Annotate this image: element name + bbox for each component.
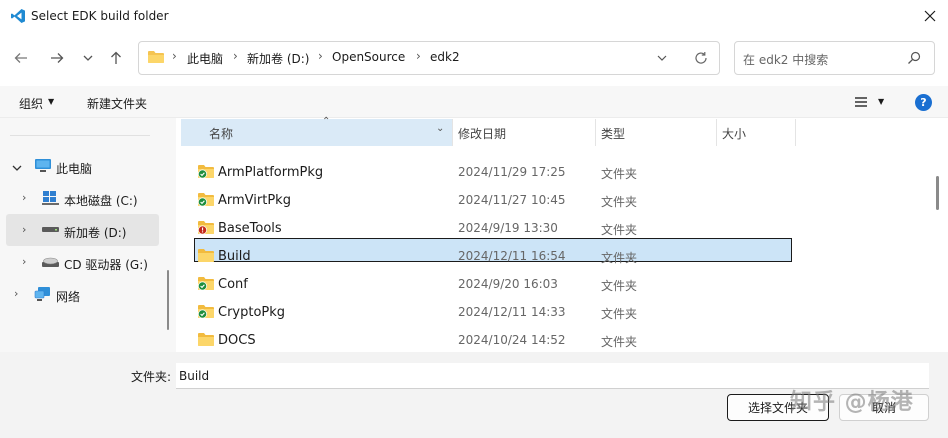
collapsed-chevron-icon[interactable]: › bbox=[22, 255, 26, 268]
recent-chevron-down-icon[interactable] bbox=[78, 48, 98, 68]
file-row-date: 2024/12/11 14:33 bbox=[458, 305, 566, 319]
file-row-type: 文件夹 bbox=[601, 167, 638, 181]
file-row-type: 文件夹 bbox=[601, 279, 638, 293]
file-row-date: 2024/9/20 16:03 bbox=[458, 277, 558, 291]
file-row-date: 2024/11/29 17:25 bbox=[458, 165, 566, 179]
collapsed-chevron-icon[interactable]: › bbox=[22, 191, 26, 204]
window-title: Select EDK build folder bbox=[31, 9, 169, 23]
breadcrumb-separator: › bbox=[233, 49, 238, 63]
column-separator[interactable] bbox=[595, 119, 596, 146]
view-caret-down-icon[interactable]: ▼ bbox=[878, 97, 884, 106]
new-folder-button[interactable]: 新建文件夹 bbox=[87, 95, 147, 112]
refresh-icon[interactable] bbox=[693, 50, 709, 66]
nav-item-network[interactable]: 网络 bbox=[56, 288, 80, 305]
sort-ascending-icon: ⌃ bbox=[322, 116, 331, 127]
file-row-date: 2024/12/11 16:54 bbox=[458, 249, 566, 263]
breadcrumb-separator: › bbox=[318, 49, 323, 63]
breadcrumb-separator: › bbox=[416, 49, 421, 63]
cd-drive-icon bbox=[42, 257, 59, 267]
nav-item-new-volume-d[interactable]: 新加卷 (D:) bbox=[64, 224, 126, 241]
column-separator[interactable] bbox=[452, 119, 453, 146]
file-row-date: 2024/9/19 13:30 bbox=[458, 221, 558, 235]
view-options-icon[interactable] bbox=[854, 96, 868, 108]
file-row-date: 2024/10/24 14:52 bbox=[458, 333, 566, 347]
drive-icon bbox=[42, 227, 59, 232]
folder-icon bbox=[198, 333, 214, 346]
folder-icon bbox=[198, 221, 214, 235]
network-icon bbox=[34, 287, 50, 301]
up-arrow-icon[interactable] bbox=[106, 48, 126, 68]
file-row-name[interactable]: ArmVirtPkg bbox=[218, 193, 291, 208]
collapsed-chevron-icon[interactable]: › bbox=[14, 287, 18, 300]
breadcrumb-edk2[interactable]: edk2 bbox=[430, 50, 460, 64]
folder-name-label: 文件夹: bbox=[131, 370, 172, 384]
folder-icon bbox=[198, 165, 214, 179]
column-header-name[interactable]: 名称 bbox=[209, 125, 233, 142]
organize-button[interactable]: 组织 bbox=[19, 95, 43, 112]
column-header-size[interactable]: 大小 bbox=[722, 125, 746, 142]
file-row-name[interactable]: CryptoPkg bbox=[218, 305, 285, 320]
file-list-scrollbar[interactable] bbox=[936, 176, 939, 210]
close-icon[interactable] bbox=[920, 6, 940, 26]
forward-arrow-icon[interactable] bbox=[47, 48, 67, 68]
search-placeholder: 在 edk2 中搜索 bbox=[743, 53, 829, 67]
breadcrumb-this-pc[interactable]: 此电脑 bbox=[187, 50, 223, 67]
folder-icon bbox=[198, 249, 214, 262]
caret-down-icon: ▼ bbox=[48, 97, 55, 106]
file-row-type: 文件夹 bbox=[601, 223, 638, 237]
expanded-chevron-icon[interactable] bbox=[11, 162, 23, 174]
file-row-date: 2024/11/27 10:45 bbox=[458, 193, 566, 207]
nav-divider bbox=[10, 135, 150, 136]
address-bar[interactable] bbox=[138, 41, 720, 75]
file-row-type: 文件夹 bbox=[601, 195, 638, 209]
nav-scrollbar[interactable] bbox=[167, 270, 169, 330]
nav-item-this-pc[interactable]: 此电脑 bbox=[56, 160, 92, 177]
folder-icon bbox=[198, 277, 214, 291]
file-row-name[interactable]: Build bbox=[218, 249, 251, 264]
back-arrow-icon[interactable] bbox=[11, 48, 31, 68]
file-row-type: 文件夹 bbox=[601, 251, 638, 265]
watermark: 知乎 @杨港 bbox=[790, 390, 914, 415]
collapsed-chevron-icon[interactable]: › bbox=[22, 223, 26, 236]
folder-icon bbox=[198, 193, 214, 207]
breadcrumb-opensource[interactable]: OpenSource bbox=[332, 50, 405, 64]
column-separator[interactable] bbox=[716, 119, 717, 146]
help-icon[interactable]: ? bbox=[915, 94, 932, 111]
vscode-icon bbox=[11, 9, 25, 23]
file-row-type: 文件夹 bbox=[601, 335, 638, 349]
file-row-name[interactable]: BaseTools bbox=[218, 221, 282, 236]
windows-drive-icon bbox=[42, 191, 59, 205]
folder-icon bbox=[198, 305, 214, 319]
file-row-name[interactable]: Conf bbox=[218, 277, 248, 292]
breadcrumb-drive-d[interactable]: 新加卷 (D:) bbox=[247, 50, 309, 67]
computer-icon bbox=[35, 159, 51, 172]
column-header-type[interactable]: 类型 bbox=[601, 125, 625, 142]
folder-icon bbox=[148, 51, 164, 63]
file-row-name[interactable]: ArmPlatformPkg bbox=[218, 165, 323, 180]
search-icon[interactable] bbox=[906, 50, 922, 66]
column-filter-chevron-icon[interactable]: ⌄ bbox=[436, 123, 444, 134]
nav-item-local-disk-c[interactable]: 本地磁盘 (C:) bbox=[64, 192, 138, 209]
file-row-type: 文件夹 bbox=[601, 307, 638, 321]
nav-item-cd-drive-g[interactable]: CD 驱动器 (G:) bbox=[64, 256, 148, 273]
file-row-name[interactable]: DOCS bbox=[218, 333, 256, 348]
breadcrumb-separator: › bbox=[172, 49, 177, 63]
column-header-modified[interactable]: 修改日期 bbox=[458, 125, 506, 142]
address-dropdown-chevron-icon[interactable] bbox=[655, 51, 669, 65]
column-separator[interactable] bbox=[795, 119, 796, 146]
